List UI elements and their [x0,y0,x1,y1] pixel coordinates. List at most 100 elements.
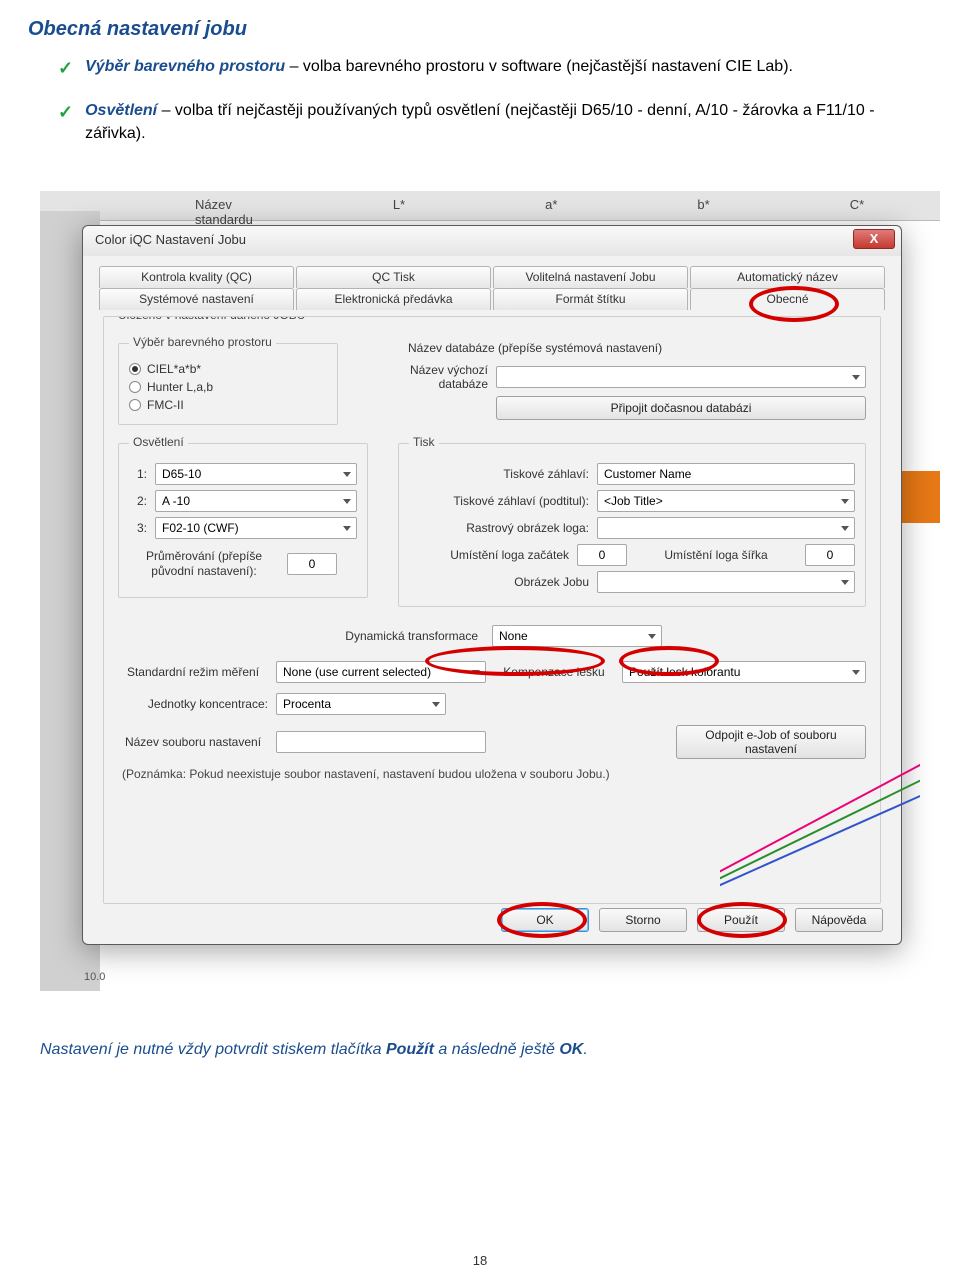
print-header-input[interactable]: Customer Name [597,463,855,485]
bullet-list: ✓ Výběr barevného prostoru – volba barev… [0,51,960,191]
col-C: C* [850,197,864,227]
bullet-1: ✓ Výběr barevného prostoru – volba barev… [58,55,928,81]
tab-autoname[interactable]: Automatický název [690,266,885,288]
db-label: Název výchozí databáze [368,363,488,391]
dialog-title: Color iQC Nastavení Jobu X [83,226,901,256]
logo-width-input[interactable]: 0 [805,544,855,566]
tab-optional[interactable]: Volitelná nastavení Jobu [493,266,688,288]
col-name: Název standardu [195,197,253,227]
averaging-input[interactable]: 0 [287,553,337,575]
footnote-mid: a následně ještě [434,1041,559,1058]
ill3-value: F02-10 (CWF) [162,521,239,535]
radio-cielab[interactable]: CIEL*a*b* [129,362,327,376]
gloss-label: Kompenzace lesku [494,665,614,679]
check-icon: ✓ [58,55,73,81]
footnote-ok: OK [559,1041,583,1058]
group-label: Uloženo v nastavení daného JOBU [114,316,309,322]
logo-start-label: Umístění loga začátek [409,548,569,562]
gloss-value: Použít lesk kolorantu [629,665,740,679]
print-header-label: Tiskové záhlaví: [409,467,589,481]
settings-file-label: Název souboru nastavení [118,736,268,749]
ill3-select[interactable]: F02-10 (CWF) [155,517,357,539]
ill3-label: 3: [129,521,147,535]
print-sub-label: Tiskové záhlaví (podtitul): [409,494,589,508]
illuminant-group: Osvětlení 1:D65-10 2:A -10 3:F02-10 (CWF… [118,443,368,598]
apply-button[interactable]: Použít [697,908,785,932]
std-mode-value: None (use current selected) [283,665,431,679]
units-value: Procenta [283,697,331,711]
attach-db-button[interactable]: Připojit dočasnou databázi [496,396,866,420]
units-select[interactable]: Procenta [276,693,446,715]
close-button[interactable]: X [853,229,895,249]
ill1-select[interactable]: D65-10 [155,463,357,485]
radio-fmc[interactable]: FMC-II [129,398,327,412]
tabs: Kontrola kvality (QC) QC Tisk Volitelná … [83,256,901,310]
dialog-button-bar: OK Storno Použít Nápověda [501,908,883,932]
bullet-2-rest: – volba tří nejčastěji používaných typů … [85,102,874,142]
dyn-transform-label: Dynamická transformace [118,629,478,643]
job-settings-dialog: Color iQC Nastavení Jobu X Kontrola kval… [82,225,902,945]
logo-start-input[interactable]: 0 [577,544,627,566]
ill2-label: 2: [129,494,147,508]
footnote-pre: Nastavení je nutné vždy potvrdit stiskem… [40,1041,386,1058]
page-number: 18 [0,1253,960,1268]
logo-bitmap-select[interactable] [597,517,855,539]
tab-eprelim[interactable]: Elektronická předávka [296,288,491,310]
settings-file-input[interactable] [276,731,486,753]
settings-note: (Poznámka: Pokud neexistuje soubor nasta… [122,767,866,781]
tab-system[interactable]: Systémové nastavení [99,288,294,310]
col-b: b* [697,197,709,227]
footnote-end: . [583,1041,587,1058]
averaging-label: Průměrování (přepíše původní nastavení): [129,549,279,578]
print-label: Tisk [409,435,439,449]
illuminant-label: Osvětlení [129,435,188,449]
print-header-value: Customer Name [604,467,691,481]
dyn-transform-select[interactable]: None [492,625,662,647]
group-job-stored: Uloženo v nastavení daného JOBU Výběr ba… [103,316,881,904]
footnote-apply: Použít [386,1041,434,1058]
dyn-transform-value: None [499,629,528,643]
ill1-label: 1: [129,467,147,481]
tab-qc[interactable]: Kontrola kvality (QC) [99,266,294,288]
bullet-1-rest: – volba barevného prostoru v software (n… [285,58,793,75]
job-image-label: Obrázek Jobu [409,575,589,589]
colorspace-label: Výběr barevného prostoru [129,335,276,349]
print-group: Tisk Tiskové záhlaví:Customer Name Tisko… [398,443,866,607]
ill1-value: D65-10 [162,467,201,481]
cancel-button[interactable]: Storno [599,908,687,932]
col-a: a* [545,197,557,227]
ill2-select[interactable]: A -10 [155,490,357,512]
bullet-2: ✓ Osvětlení – volba tří nejčastěji použí… [58,99,928,145]
gloss-select[interactable]: Použít lesk kolorantu [622,661,866,683]
std-mode-select[interactable]: None (use current selected) [276,661,486,683]
print-sub-select[interactable]: <Job Title> [597,490,855,512]
screenshot-area: Název standardu L* a* b* C* ho Color iQC… [40,191,940,1011]
averaging-value: 0 [309,557,316,571]
logo-start-value: 0 [599,548,606,562]
axis-tick: 10.0 [84,971,105,983]
std-mode-label: Standardní režim měření [118,665,268,679]
tab-label[interactable]: Formát štítku [493,288,688,310]
db-heading: Název databáze (přepíše systémová nastav… [408,341,866,355]
colorspace-group: Výběr barevného prostoru CIEL*a*b* Hunte… [118,343,338,425]
help-button[interactable]: Nápověda [795,908,883,932]
table-headers: Název standardu L* a* b* C* ho [195,197,960,227]
radio-fmc-label: FMC-II [147,398,184,412]
radio-cielab-label: CIEL*a*b* [147,362,201,376]
detach-ejob-button[interactable]: Odpojit e-Job of souboru nastavení [676,725,866,759]
tab-general[interactable]: Obecné [690,288,885,310]
logo-width-label: Umístění loga šířka [635,548,797,562]
logo-bitmap-label: Rastrový obrázek loga: [409,521,589,535]
ill2-value: A -10 [162,494,190,508]
radio-hunter[interactable]: Hunter L,a,b [129,380,327,394]
col-L: L* [393,197,405,227]
ok-button[interactable]: OK [501,908,589,932]
db-select[interactable] [496,366,866,388]
footnote: Nastavení je nutné vždy potvrdit stiskem… [0,1011,960,1059]
job-image-select[interactable] [597,571,855,593]
bullet-1-lead: Výběr barevného prostoru [85,58,285,75]
bullet-2-lead: Osvětlení [85,102,157,119]
tab-qc-print[interactable]: QC Tisk [296,266,491,288]
radio-hunter-label: Hunter L,a,b [147,380,213,394]
print-sub-value: <Job Title> [604,494,663,508]
